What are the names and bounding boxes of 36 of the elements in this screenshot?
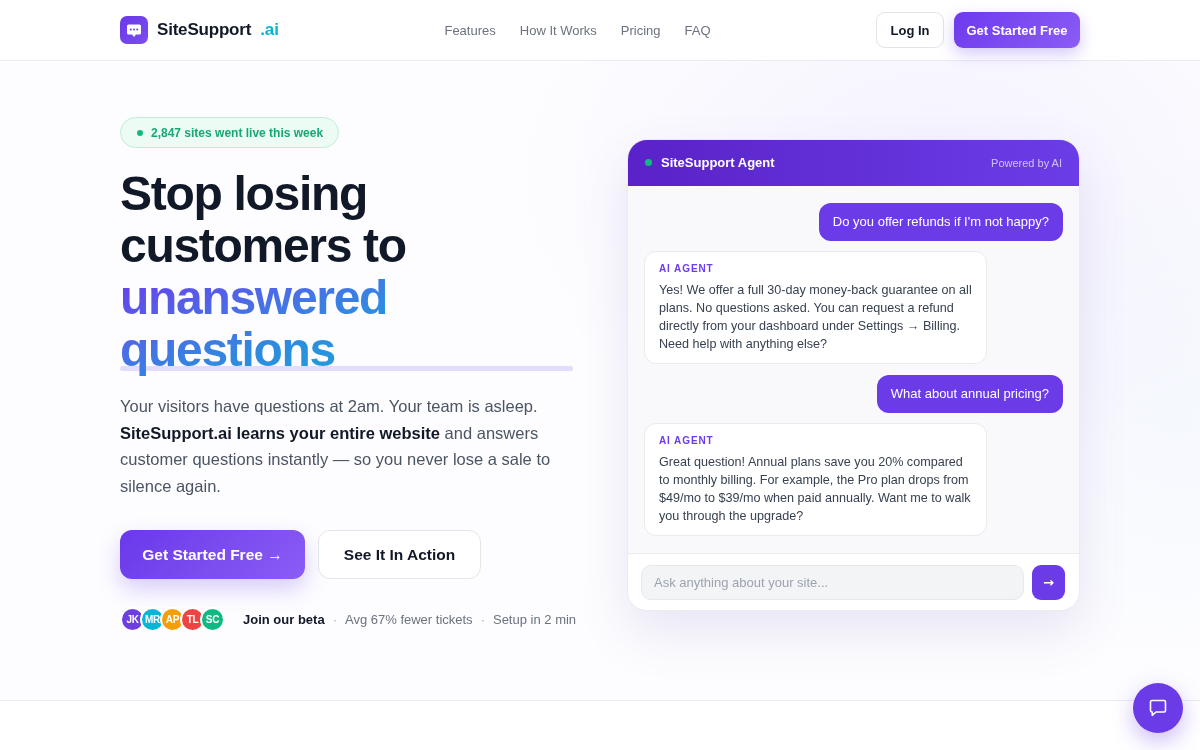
- user-message: What about annual pricing?: [876, 374, 1063, 413]
- nav-link[interactable]: FAQ: [684, 22, 711, 38]
- avatar: SC: [200, 607, 225, 632]
- nav-link[interactable]: Features: [444, 22, 496, 38]
- nav-link[interactable]: Pricing: [620, 22, 661, 38]
- agent-message-text: Great question! Annual plans save you 20% compared to monthly billing. For example, the Pro plan drops from $49/mo to $39/mo when paid annually. Want me to walk you through the upgrade?: [659, 453, 972, 525]
- hero-description: Your visitors have questions at 2am. Your team is asleep. SiteSupport.ai learns your entire website and answers customer questions instantly — so you never lose a sale to silence again.: [120, 396, 552, 497]
- nav-link[interactable]: How It Works: [519, 22, 597, 38]
- chat-bubble-logo-icon: [120, 16, 148, 44]
- dot-separator: ·: [480, 612, 485, 627]
- see-it-in-action-button[interactable]: See It In Action: [318, 530, 481, 579]
- badge-text: 2,847 sites went live this week: [151, 125, 324, 140]
- chat-title: SiteSupport Agent: [661, 155, 775, 170]
- proof-text: Avg 67% fewer tickets: [344, 612, 473, 627]
- get-started-button[interactable]: Get Started Free →: [120, 530, 305, 579]
- chat-icon: [1149, 699, 1167, 717]
- chat-launcher-button[interactable]: [1133, 683, 1183, 733]
- powered-by-text: Powered by AI: [991, 156, 1062, 169]
- dot-separator: ·: [332, 612, 337, 627]
- login-button[interactable]: Log In: [876, 12, 944, 48]
- dot-icon: [137, 129, 143, 136]
- agent-label: AI AGENT: [659, 433, 715, 448]
- avatar: AP: [160, 607, 185, 632]
- proof-text: Setup in 2 min: [492, 612, 577, 627]
- avatar: TL: [180, 607, 205, 632]
- send-button[interactable]: →: [1032, 564, 1065, 600]
- brand-name: SiteSupport: [157, 20, 252, 40]
- brand-suffix: .ai: [260, 20, 280, 40]
- agent-label: AI AGENT: [659, 261, 715, 276]
- chat-input[interactable]: Ask anything about your site...: [641, 564, 1024, 600]
- avatar: JK: [120, 607, 145, 632]
- avatar: MR: [140, 607, 165, 632]
- agent-message-text: Yes! We offer a full 30-day money-back guarantee on all plans. No questions asked. You can request a refund directly from your dashboard under Settings → Billing. Need help with anything else?: [659, 281, 973, 353]
- user-message: Do you offer refunds if I'm not happy?: [818, 202, 1063, 241]
- proof-text: Join our beta: [243, 612, 325, 627]
- get-started-button[interactable]: Get Started Free: [954, 12, 1080, 48]
